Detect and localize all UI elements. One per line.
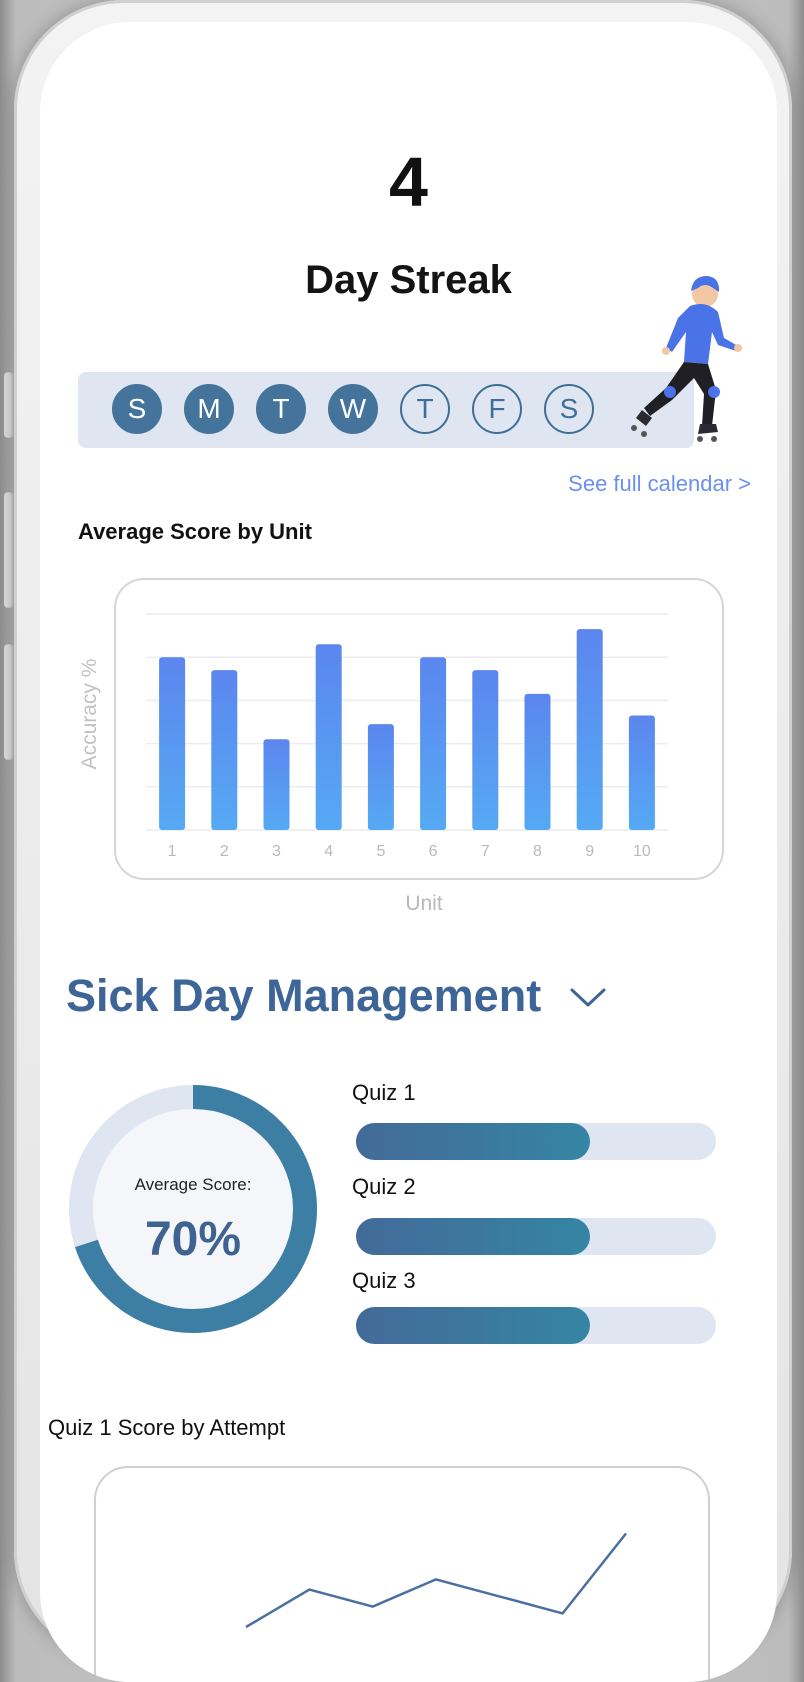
quiz-label: Quiz 2 (352, 1174, 416, 1199)
module-title[interactable]: Sick Day Management (66, 970, 541, 1022)
see-full-calendar-link[interactable]: See full calendar > (568, 471, 751, 497)
unit-chart-card: 1 2 3 4 5 6 7 8 9 10 (114, 578, 724, 880)
x-tick-label: 5 (376, 843, 385, 860)
bar-unit-6 (420, 657, 447, 830)
average-score-value: 70% (144, 1213, 242, 1266)
x-tick-label: 10 (633, 843, 651, 860)
bar-unit-10 (628, 715, 655, 830)
average-score-caption: Average Score: (134, 1175, 252, 1194)
day-circle[interactable]: T (256, 384, 306, 434)
day-letter: S (559, 393, 579, 424)
bar-unit-7 (472, 670, 499, 830)
quiz-progress-bar (356, 1307, 716, 1344)
attempt-chart-title: Quiz 1 Score by Attempt (48, 1415, 286, 1440)
x-tick-label: 6 (429, 843, 438, 860)
unit-bar-chart: 1 2 3 4 5 6 7 8 9 10 (146, 613, 668, 860)
volume-down-button[interactable] (4, 644, 14, 760)
roller-skater-illustration (631, 275, 742, 442)
day-circle[interactable]: M (184, 384, 234, 434)
mute-switch[interactable] (4, 372, 14, 438)
day-letter: M (197, 393, 221, 424)
bar-unit-5 (367, 724, 394, 830)
x-axis-label: Unit (405, 892, 443, 915)
day-circle[interactable]: T (400, 384, 450, 434)
x-tick-label: 1 (168, 843, 177, 860)
quiz-label: Quiz 1 (352, 1080, 416, 1105)
quiz-progress-fill (356, 1218, 590, 1255)
day-letter: T (416, 393, 434, 424)
x-tick-label: 3 (272, 843, 281, 860)
day-letter: T (272, 393, 290, 424)
bar-unit-3 (263, 739, 290, 830)
day-letter: F (488, 393, 506, 424)
day-circle[interactable]: W (328, 384, 378, 434)
bar-unit-4 (315, 644, 342, 830)
chevron-down-icon[interactable] (568, 985, 608, 1009)
attempt-line-chart (245, 1532, 627, 1629)
day-circle[interactable]: S (112, 384, 162, 434)
week-tracker: S M T W T F S (78, 372, 694, 448)
attempt-chart-card (94, 1466, 710, 1682)
y-axis-label: Accuracy % (78, 658, 101, 770)
quiz-progress-fill (356, 1307, 590, 1344)
average-score-ring (69, 1085, 317, 1333)
x-tick-label: 8 (533, 843, 542, 860)
streak-count: 4 (389, 143, 428, 221)
bar-unit-8 (524, 693, 551, 830)
x-tick-label: 7 (481, 843, 490, 860)
day-letter: W (339, 393, 367, 424)
quiz-progress-bar (356, 1218, 716, 1255)
day-circle[interactable]: S (544, 384, 594, 434)
day-circle[interactable]: F (472, 384, 522, 434)
x-tick-label: 2 (220, 843, 229, 860)
bar-unit-9 (576, 629, 603, 830)
x-tick-label: 4 (324, 843, 333, 860)
quiz-progress-fill (356, 1123, 590, 1160)
app-screen: 4 Day Streak S M T W T F S See full cale… (40, 22, 777, 1682)
volume-up-button[interactable] (4, 492, 14, 608)
quiz-progress-bar (356, 1123, 716, 1160)
attempt-series-line (245, 1532, 627, 1629)
bar-unit-1 (159, 657, 186, 830)
unit-chart-title: Average Score by Unit (78, 519, 312, 544)
day-letter: S (127, 393, 147, 424)
bar-unit-2 (211, 670, 238, 830)
quiz-label: Quiz 3 (352, 1268, 416, 1293)
x-tick-label: 9 (585, 843, 594, 860)
